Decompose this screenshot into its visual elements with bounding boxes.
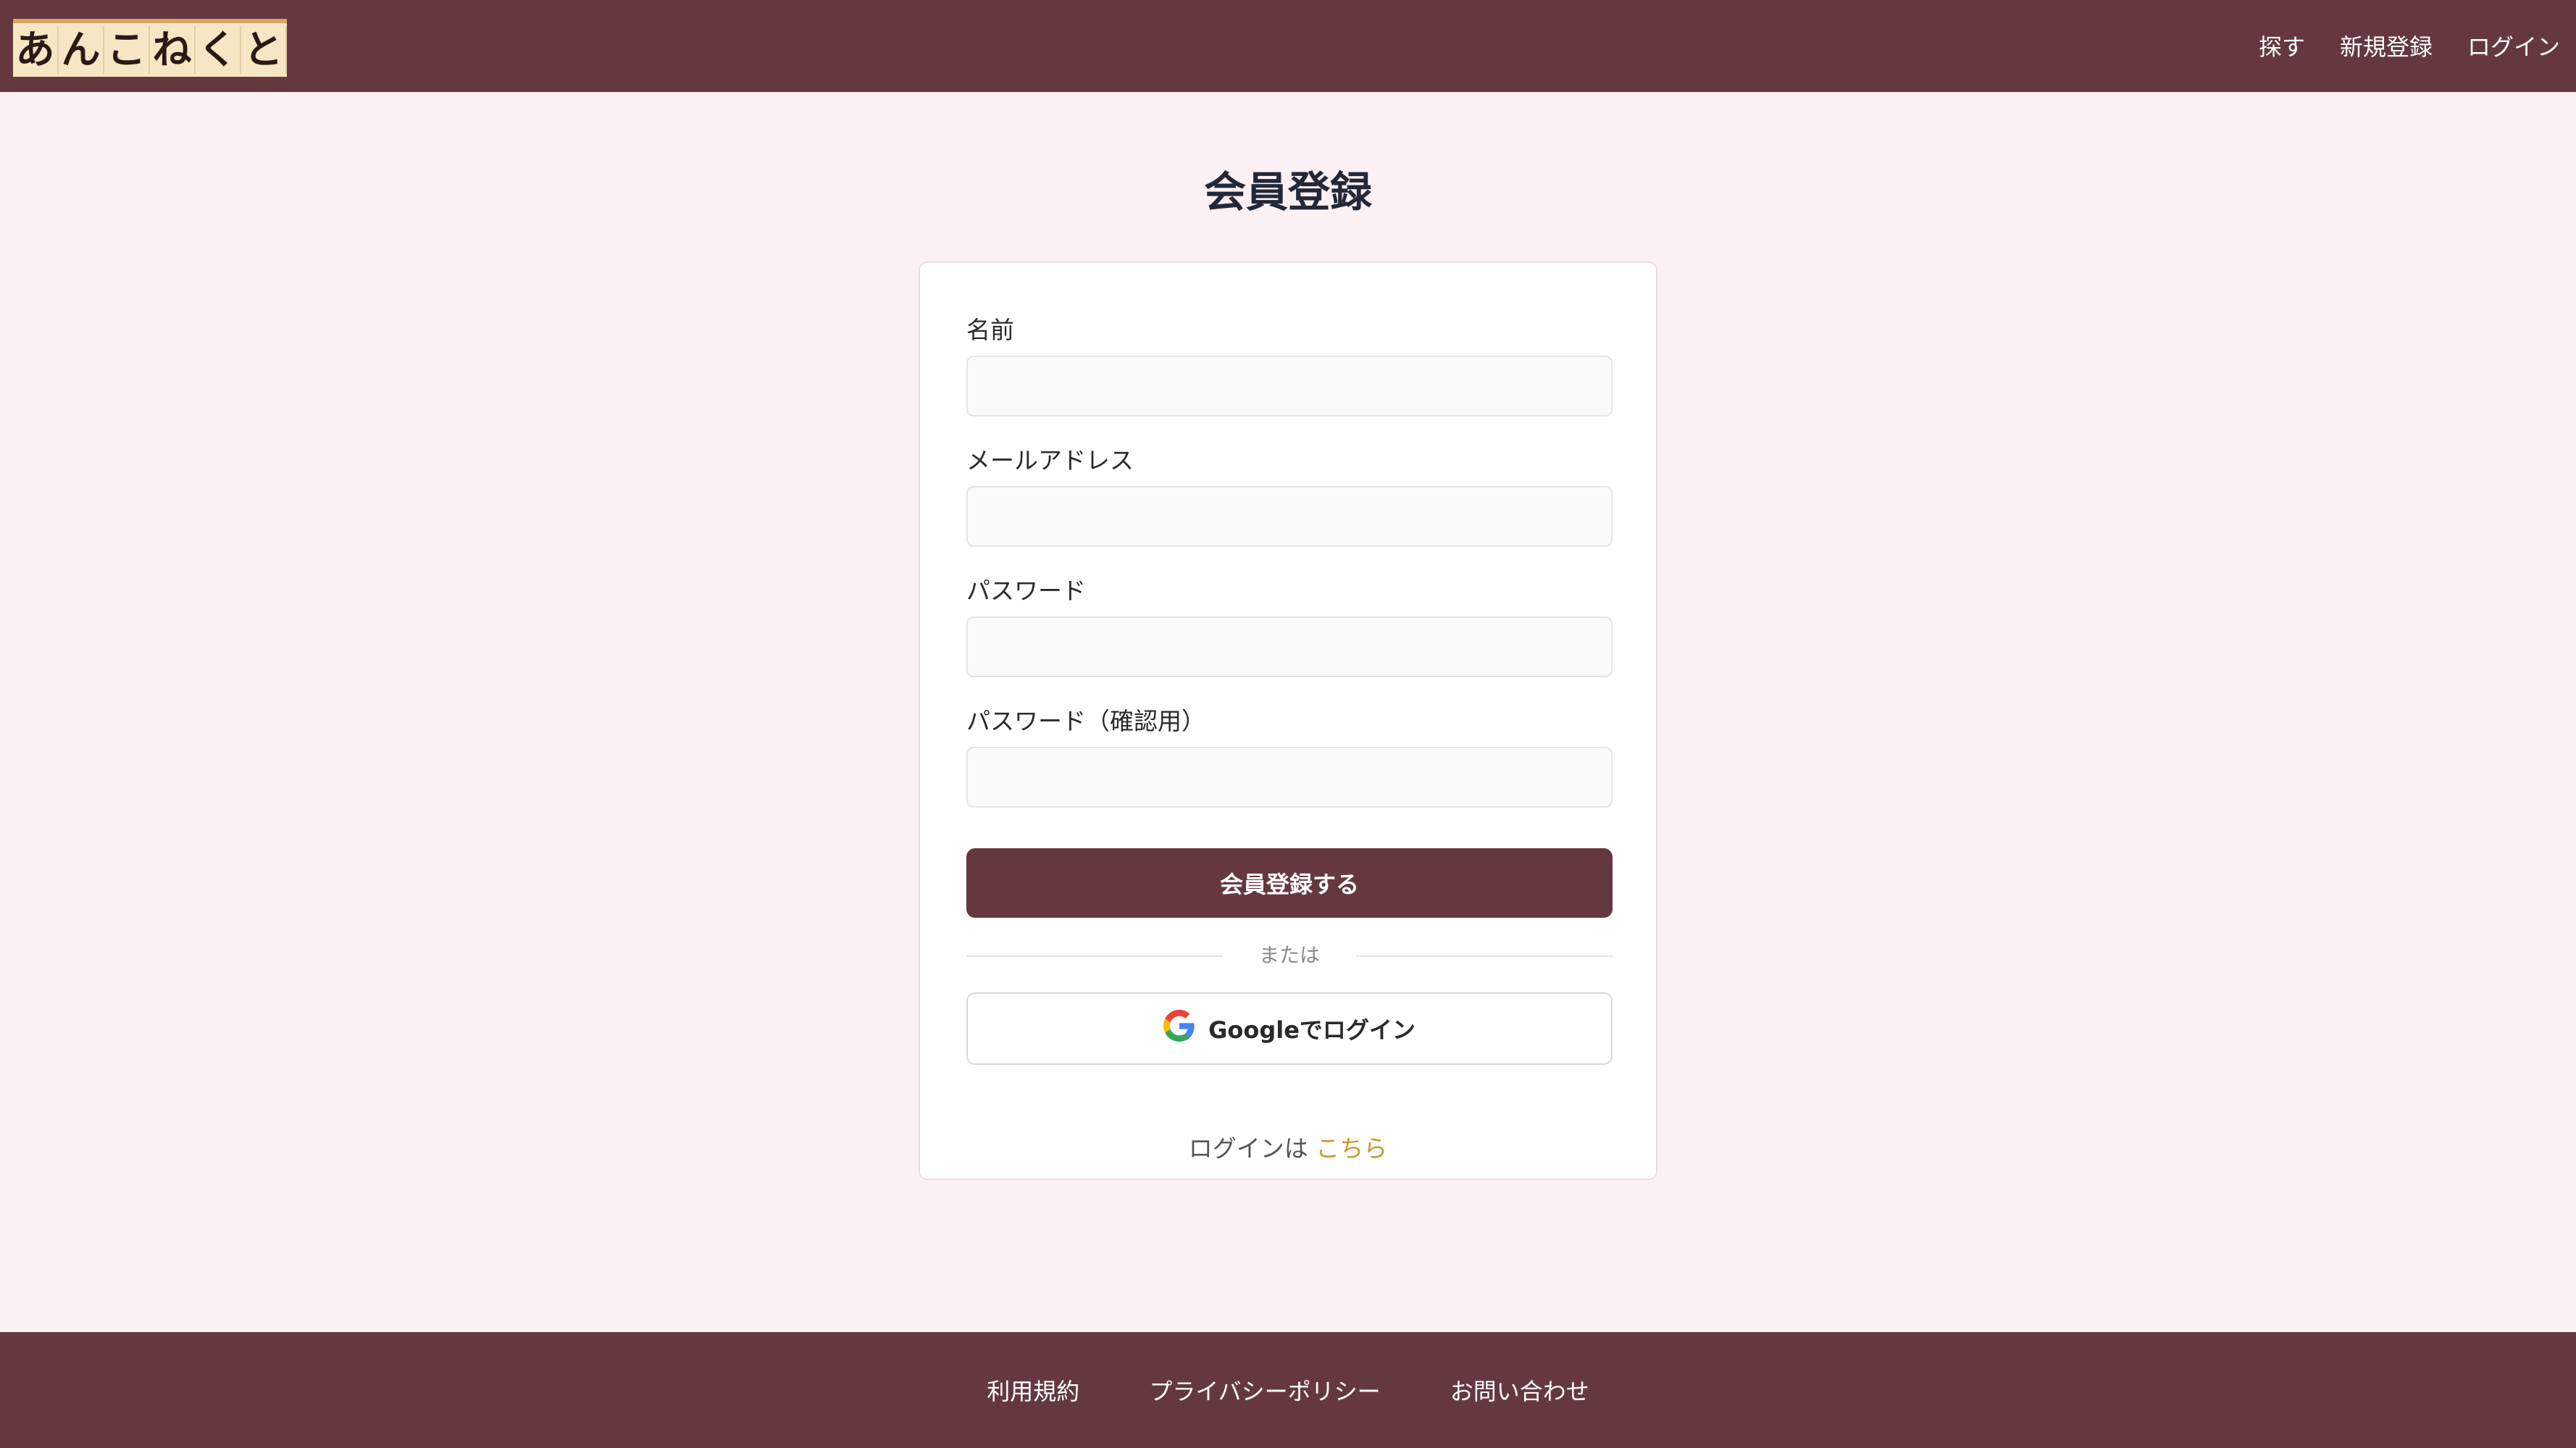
footer-contact-link[interactable]: お問い合わせ [1450, 1373, 1589, 1407]
password-input[interactable] [966, 616, 1613, 677]
login-prompt: ログインは こちら [920, 1129, 1656, 1164]
logo-char: ね [150, 26, 196, 74]
header-nav: 探す 新規登録 ログイン [2259, 29, 2560, 62]
name-label: 名前 [966, 316, 1014, 344]
logo-char: ん [59, 26, 104, 74]
google-login-button[interactable]: Googleでログイン [966, 992, 1613, 1065]
divider-line [1356, 955, 1613, 957]
site-logo[interactable]: あ ん こ ね く と [13, 19, 287, 77]
name-input[interactable] [966, 356, 1613, 417]
logo-char: こ [104, 26, 150, 74]
email-input[interactable] [966, 486, 1613, 547]
password-confirm-label: パスワード（確認用） [966, 707, 1205, 735]
google-icon [1163, 1010, 1195, 1047]
site-header: あ ん こ ね く と 探す 新規登録 ログイン [0, 0, 2576, 92]
google-login-label: Googleでログイン [1208, 1016, 1415, 1044]
logo-char: と [241, 26, 287, 74]
site-footer: 利用規約 プライバシーポリシー お問い合わせ [0, 1332, 2576, 1448]
nav-login-link[interactable]: ログイン [2467, 29, 2560, 62]
nav-register-link[interactable]: 新規登録 [2340, 29, 2433, 62]
page-title: 会員登録 [1203, 167, 1372, 217]
nav-search-link[interactable]: 探す [2259, 29, 2305, 62]
password-label: パスワード [966, 577, 1086, 605]
logo-char: く [196, 26, 241, 74]
login-prompt-text: ログインは [1188, 1134, 1308, 1163]
register-form-card: 名前 メールアドレス パスワード パスワード（確認用） 会員登録する または G… [919, 261, 1657, 1180]
footer-links: 利用規約 プライバシーポリシー お問い合わせ [0, 1373, 2576, 1407]
login-here-link[interactable]: こちら [1316, 1134, 1387, 1163]
password-confirm-input[interactable] [966, 747, 1613, 808]
or-divider: または [966, 941, 1613, 970]
register-submit-button[interactable]: 会員登録する [966, 848, 1613, 918]
email-label: メールアドレス [966, 446, 1134, 474]
footer-privacy-link[interactable]: プライバシーポリシー [1149, 1373, 1380, 1407]
logo-char: あ [13, 26, 59, 74]
footer-terms-link[interactable]: 利用規約 [987, 1373, 1079, 1407]
